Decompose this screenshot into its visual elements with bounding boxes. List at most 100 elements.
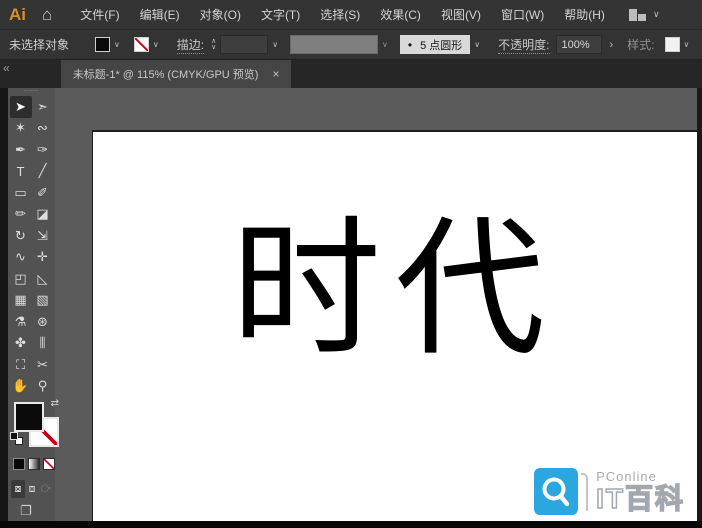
puppet-warp-tool[interactable]: ✛ [32, 247, 54, 269]
direct-selection-tool[interactable]: ➣ [32, 96, 54, 118]
width-profile-field[interactable] [290, 35, 379, 54]
chevron-down-icon[interactable]: ∨ [149, 40, 163, 49]
gradient-tool[interactable]: ▧ [32, 290, 54, 312]
magic-wand-tool[interactable]: ✶ [10, 118, 32, 140]
menu-item-object[interactable]: 对象(O) [190, 0, 251, 30]
graphic-style-swatch[interactable] [664, 37, 680, 52]
chevron-down-icon: ∨ [652, 9, 660, 19]
menu-item-select[interactable]: 选择(S) [310, 0, 370, 30]
pen-tool[interactable]: ✒ [10, 139, 32, 161]
hand-tool[interactable]: ✋ [10, 376, 32, 398]
collapse-panel-icon[interactable]: « [0, 60, 13, 88]
rotate-tool[interactable]: ↻ [10, 225, 32, 247]
document-tab[interactable]: 未标题-1* @ 115% (CMYK/GPU 预览) × [60, 60, 292, 88]
curvature-tool[interactable]: ✑ [32, 139, 54, 161]
watermark-bracket [581, 472, 589, 511]
illustrator-window: Ai ⌂ 文件(F) 编辑(E) 对象(O) 文字(T) 选择(S) 效果(C) 视图(V)… [0, 0, 702, 528]
symbol-sprayer-tool[interactable]: ✤ [10, 333, 32, 355]
menu-item-view[interactable]: 视图(V) [431, 0, 491, 30]
menu-item-file[interactable]: 文件(F) [70, 0, 129, 30]
canvas-pasteboard[interactable]: 时代 PConline IT百科 [55, 88, 697, 521]
eyedropper-tool[interactable]: ⚗ [10, 311, 32, 333]
draw-inside-mode: ⧂ [40, 482, 52, 495]
opacity-label[interactable]: 不透明度: [498, 36, 550, 54]
chevron-down-icon[interactable]: ∨ [378, 40, 392, 49]
shape-builder-tool-icon: ◰ [14, 270, 27, 286]
menu-item-window[interactable]: 窗口(W) [491, 0, 554, 30]
stroke-weight-dropdown[interactable]: ∨ [216, 35, 282, 54]
stroke-weight-field[interactable] [220, 35, 269, 54]
home-icon[interactable]: ⌂ [42, 5, 52, 25]
close-icon[interactable]: × [272, 67, 279, 81]
selection-tool[interactable]: ➤ [9, 96, 32, 118]
artboard-tool[interactable]: ⛶ [10, 354, 32, 376]
panel-grip[interactable]: ┄┄┄ [8, 88, 55, 96]
artboard-text[interactable]: 时代 [231, 208, 559, 373]
graphic-style-control[interactable]: ∨ [664, 37, 694, 52]
change-screen-mode-button[interactable]: ❐ [20, 503, 32, 519]
default-fill-stroke-icon[interactable] [10, 432, 23, 445]
watermark-title: IT百科 [595, 483, 685, 515]
type-tool-icon: T [16, 163, 25, 179]
menu-item-type[interactable]: 文字(T) [251, 0, 310, 30]
opacity-slider-arrow-icon[interactable]: › [610, 39, 614, 51]
opacity-input[interactable]: 100% [555, 35, 602, 54]
fill-color-control[interactable]: ∨ [95, 37, 124, 52]
stroke-none-swatch[interactable] [133, 37, 149, 52]
chevron-down-icon[interactable]: ∨ [268, 40, 282, 49]
menu-item-help[interactable]: 帮助(H) [554, 0, 615, 30]
brush-definition-field[interactable]: • 5 点圆形 [399, 35, 471, 54]
fill-stroke-indicator: ⇄ [10, 398, 59, 452]
chevron-down-icon[interactable]: ∨ [470, 40, 484, 49]
menu-item-edit[interactable]: 编辑(E) [130, 0, 190, 30]
zoom-tool[interactable]: ⚲ [32, 376, 54, 398]
zoom-tool-icon: ⚲ [37, 378, 48, 394]
width-tool[interactable]: ∿ [10, 247, 32, 269]
workspace-switcher-button[interactable]: ∨ [628, 8, 660, 21]
blend-tool[interactable]: ⊛ [32, 311, 54, 333]
bottom-edge-strip [0, 521, 702, 528]
stroke-color-control[interactable]: ∨ [133, 37, 163, 52]
eraser-tool[interactable]: ◪ [32, 204, 54, 226]
document-tab-title: 未标题-1* @ 115% (CMYK/GPU 预览) [72, 69, 259, 81]
gradient-tool-icon: ▧ [36, 292, 49, 308]
control-bar: 未选择对象 ∨ ∨ 描边: ∧ ∨ ∨ ∨ • 5 点圆形 ∨ 不透明度: 100… [0, 30, 702, 60]
width-profile-dropdown[interactable]: ∨ [282, 35, 392, 54]
mesh-tool[interactable]: ▦ [10, 290, 32, 312]
chevron-down-icon[interactable]: ∨ [680, 40, 694, 49]
swap-fill-stroke-icon[interactable]: ⇄ [51, 398, 59, 409]
draw-behind-mode[interactable]: ⧈ [25, 480, 39, 498]
apply-color-button[interactable] [13, 458, 25, 470]
artboard[interactable]: 时代 [92, 130, 697, 521]
menu-items: 文件(F) 编辑(E) 对象(O) 文字(T) 选择(S) 效果(C) 视图(V) 窗口(W)… [70, 0, 615, 30]
brush-preview-dot: • [407, 37, 413, 52]
fill-color-swatch[interactable] [95, 37, 110, 52]
workspace-icon [637, 13, 646, 21]
tools-panel: ┄┄┄ ➤ ➣ ✶ ∾ ✒ ✑ T ╱ ▭ ✐ ✏ ◪ ↻ ⇲ ∿ ✛ ◰ ◺ ▦ ▧ ⚗ ⊛ ✤ ⫼ ⛶ ✂ ✋ ⚲ ⇄ ⧇ ⧈ ⧂ ❐ [8, 88, 59, 521]
apply-gradient-button[interactable] [28, 458, 40, 470]
menu-item-effect[interactable]: 效果(C) [370, 0, 431, 30]
perspective-grid-tool[interactable]: ◺ [32, 268, 54, 290]
brush-definition-dropdown[interactable]: • 5 点圆形 ∨ [392, 35, 484, 54]
shape-builder-tool[interactable]: ◰ [10, 268, 32, 290]
stroke-weight-label[interactable]: 描边: [176, 36, 205, 54]
fill-indicator-swatch[interactable] [14, 402, 44, 432]
paintbrush-tool-icon: ✐ [37, 184, 48, 200]
scale-tool[interactable]: ⇲ [32, 225, 54, 247]
watermark-text: PConline IT百科 [595, 469, 685, 515]
shaper-tool[interactable]: ✏ [10, 204, 32, 226]
draw-normal-mode[interactable]: ⧇ [11, 480, 25, 498]
line-segment-tool[interactable]: ╱ [32, 161, 54, 183]
type-tool[interactable]: T [10, 161, 32, 183]
chevron-down-icon[interactable]: ∨ [110, 40, 124, 49]
apply-none-button[interactable] [43, 458, 55, 470]
slice-tool[interactable]: ✂ [32, 354, 54, 376]
column-graph-tool[interactable]: ⫼ [32, 333, 54, 355]
lasso-tool[interactable]: ∾ [32, 118, 54, 140]
paintbrush-tool[interactable]: ✐ [32, 182, 54, 204]
drawing-modes-row: ⧇ ⧈ ⧂ [11, 480, 53, 498]
puppet-warp-tool-icon: ✛ [37, 249, 48, 265]
rectangle-tool[interactable]: ▭ [10, 182, 32, 204]
magnifier-icon [542, 477, 570, 506]
mesh-tool-icon: ▦ [14, 292, 27, 308]
